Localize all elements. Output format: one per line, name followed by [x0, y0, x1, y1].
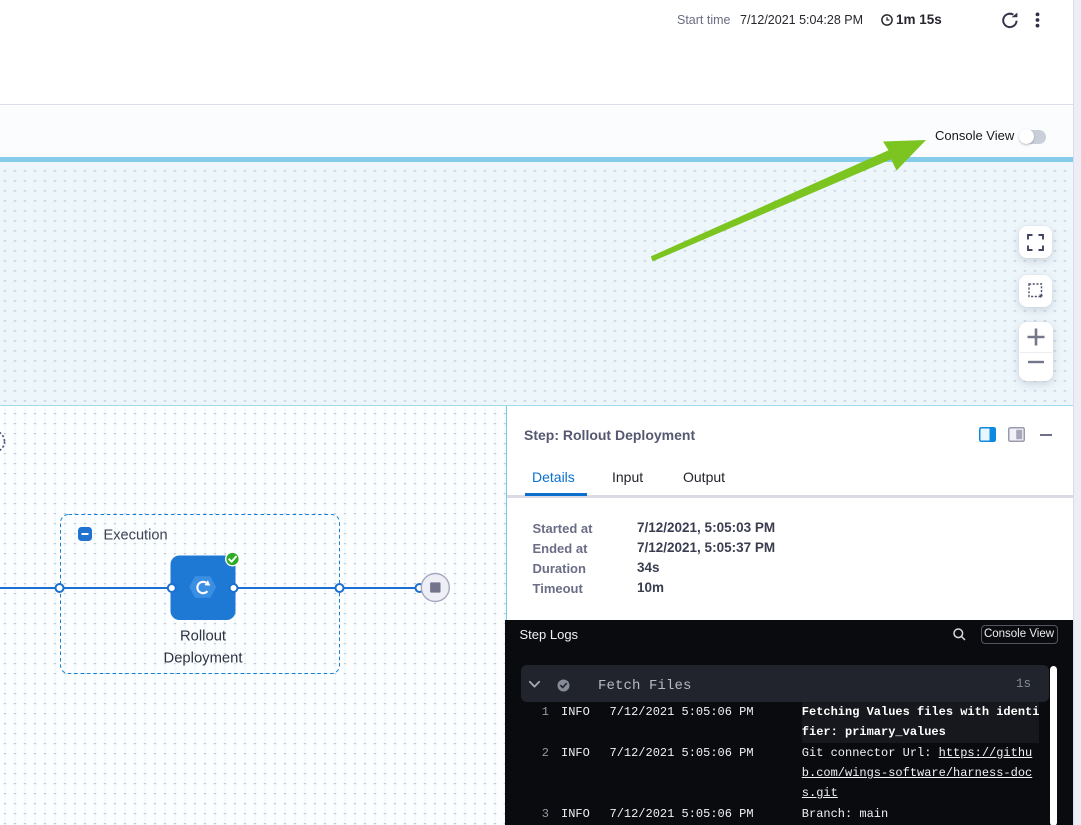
- svg-text:Execution: Execution: [104, 528, 168, 544]
- svg-text:Deployment: Deployment: [164, 651, 243, 667]
- svg-text:Rollout: Rollout: [180, 629, 226, 645]
